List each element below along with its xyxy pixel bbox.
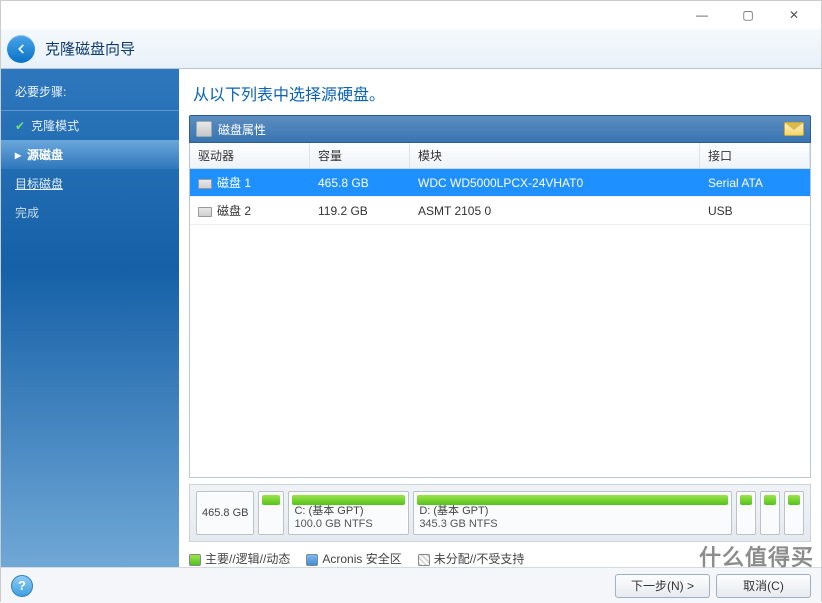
wizard-header: 克隆磁盘向导 [1, 29, 821, 69]
legend-primary: 主要//逻辑//动态 [189, 550, 290, 567]
usage-bar-icon [417, 495, 728, 505]
step-clone-mode[interactable]: 克隆模式 [1, 111, 179, 140]
disk-properties-label[interactable]: 磁盘属性 [218, 121, 266, 138]
partition-stub[interactable] [784, 491, 804, 535]
swatch-blue-icon [306, 554, 318, 566]
cancel-button[interactable]: 取消(C) [716, 574, 811, 598]
disk-table: 驱动器 容量 模块 接口 磁盘 1 465.8 GB WDC WD5000LPC… [189, 143, 811, 478]
th-interface[interactable]: 接口 [700, 143, 810, 168]
usage-bar-icon [740, 495, 752, 505]
help-button[interactable]: ? [11, 575, 33, 597]
th-model[interactable]: 模块 [410, 143, 700, 168]
wizard-title: 克隆磁盘向导 [45, 38, 135, 59]
usage-bar-icon [262, 495, 280, 505]
back-button[interactable] [7, 35, 35, 63]
wizard-footer: ? 下一步(N) > 取消(C) [1, 567, 821, 603]
columns-icon[interactable] [784, 122, 804, 136]
arrow-left-icon [14, 42, 28, 56]
next-button[interactable]: 下一步(N) > [615, 574, 710, 598]
window-titlebar: — ▢ ✕ [1, 1, 821, 29]
main-area: 必要步骤: 克隆模式 源磁盘 目标磁盘 完成 从以下列表中选择源硬盘。 磁盘属性… [1, 69, 821, 567]
step-source-disk[interactable]: 源磁盘 [1, 140, 179, 169]
content-pane: 从以下列表中选择源硬盘。 磁盘属性 驱动器 容量 模块 接口 磁盘 1 465.… [179, 69, 821, 567]
disk-icon [198, 207, 212, 217]
minimize-button[interactable]: — [679, 1, 725, 29]
usage-bar-icon [292, 495, 405, 505]
usage-bar-icon [764, 495, 776, 505]
sidebar-label: 必要步骤: [1, 77, 179, 111]
swatch-stripe-icon [418, 554, 430, 566]
disk-properties-icon [196, 121, 212, 137]
partition-legend: 主要//逻辑//动态 Acronis 安全区 未分配//不受支持 [189, 550, 811, 567]
disk-icon [198, 179, 212, 189]
th-capacity[interactable]: 容量 [310, 143, 410, 168]
th-drive[interactable]: 驱动器 [190, 143, 310, 168]
table-empty-area [190, 225, 810, 477]
partition-stub[interactable]: 基... [258, 491, 284, 535]
content-title: 从以下列表中选择源硬盘。 [179, 69, 821, 115]
partition-c[interactable]: C: (基本 GPT) 100.0 GB NTFS [288, 491, 409, 535]
step-target-disk[interactable]: 目标磁盘 [1, 169, 179, 198]
table-row[interactable]: 磁盘 1 465.8 GB WDC WD5000LPCX-24VHAT0 Ser… [190, 169, 810, 197]
usage-bar-icon [788, 495, 800, 505]
partition-map: 465.8 GB 基... C: (基本 GPT) 100.0 GB NTFS … [189, 484, 811, 542]
window-controls: — ▢ ✕ [679, 1, 817, 29]
partition-stub[interactable] [760, 491, 780, 535]
step-finish: 完成 [1, 198, 179, 227]
partition-total[interactable]: 465.8 GB [196, 491, 254, 535]
table-header: 驱动器 容量 模块 接口 [190, 143, 810, 169]
close-button[interactable]: ✕ [771, 1, 817, 29]
steps-sidebar: 必要步骤: 克隆模式 源磁盘 目标磁盘 完成 [1, 69, 179, 567]
maximize-button[interactable]: ▢ [725, 1, 771, 29]
disk-properties-toolbar: 磁盘属性 [189, 115, 811, 143]
legend-acronis: Acronis 安全区 [306, 550, 401, 567]
legend-unallocated: 未分配//不受支持 [418, 550, 525, 567]
partition-d[interactable]: D: (基本 GPT) 345.3 GB NTFS [413, 491, 732, 535]
table-row[interactable]: 磁盘 2 119.2 GB ASMT 2105 0 USB [190, 197, 810, 225]
partition-stub[interactable] [736, 491, 756, 535]
table-body: 磁盘 1 465.8 GB WDC WD5000LPCX-24VHAT0 Ser… [190, 169, 810, 225]
swatch-green-icon [189, 554, 201, 566]
